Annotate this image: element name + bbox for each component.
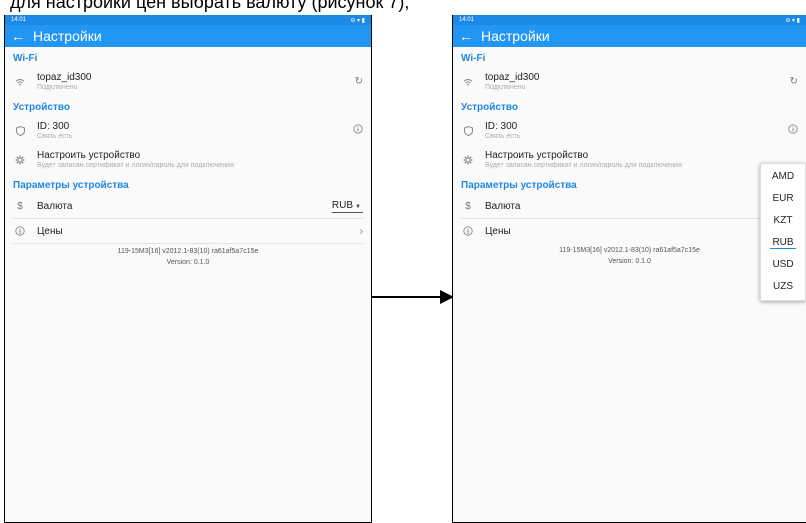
status-icons: ⊖ ▾ ▮: [350, 17, 365, 24]
dropdown-caret-icon: ▼: [355, 203, 361, 210]
wifi-network-name: topaz_id300: [37, 72, 92, 83]
currency-option[interactable]: USD: [761, 254, 805, 276]
configure-device-desc: Будет записан сертификат и логин/пароль …: [37, 162, 234, 169]
status-time: 14:01: [11, 17, 27, 23]
svg-text:$: $: [18, 228, 22, 235]
prices-label: Цены: [37, 225, 63, 237]
footer: 119-15M3[16] v2012.1-83(10) ra61af5a7c15…: [453, 245, 806, 267]
footer: 119-15M3[16] v2012.1-83(10) ra61af5a7c15…: [5, 246, 371, 268]
configure-device-title: Настроить устройство: [37, 150, 141, 161]
build-info: 119-15M3[16] v2012.1-83(10) ra61af5a7c15…: [559, 247, 700, 254]
configure-device-item[interactable]: Настроить устройство Будет записан серти…: [453, 145, 806, 174]
prices-item[interactable]: $ Цены ›: [5, 219, 371, 243]
transition-arrow-line: [372, 296, 442, 298]
version-info: Version: 0.1.0: [166, 259, 210, 266]
device-link-status: Связь есть: [485, 133, 521, 140]
currency-item[interactable]: $ Валюта RUB ▼: [5, 194, 371, 218]
device-id-item[interactable]: ID: 300 Связь есть: [5, 116, 371, 145]
build-info: 119-15M3[16] v2012.1-83(10) ra61af5a7c15…: [117, 248, 259, 255]
status-bar: 14:01 ⊖ ▾ ▮: [453, 15, 806, 25]
section-params-header: Параметры устройства: [461, 180, 577, 191]
configure-device-desc: Будет записан сертификат и логин/пароль …: [485, 162, 682, 169]
wifi-network-status: Подключено: [485, 84, 526, 91]
version-info: Version: 0.1.0: [608, 258, 651, 265]
currency-option[interactable]: UZS: [761, 276, 805, 298]
prices-item[interactable]: $ Цены: [453, 219, 806, 243]
section-wifi-header: Wi-Fi: [13, 53, 38, 64]
section-wifi-header: Wi-Fi: [461, 53, 486, 64]
app-bar: ← Настройки: [453, 25, 806, 47]
wifi-network-name: topaz_id300: [485, 72, 540, 83]
chevron-right-icon: ›: [359, 225, 363, 237]
configure-device-item[interactable]: Настроить устройство Будет записан серти…: [5, 145, 371, 174]
device-screen-before: 14:01 ⊖ ▾ ▮ ← Настройки Wi-Fi topaz_id30…: [4, 15, 372, 523]
currency-label: Валюта: [37, 200, 73, 212]
wifi-icon: [461, 75, 475, 89]
currency-option[interactable]: AMD: [761, 166, 805, 188]
currency-select-value: RUB: [331, 199, 354, 211]
gear-icon: [461, 153, 475, 167]
device-id-item[interactable]: ID: 300 Связь есть: [453, 116, 806, 145]
info-icon[interactable]: [353, 124, 363, 137]
wifi-network-item[interactable]: topaz_id300 Подключено ↻: [5, 67, 371, 96]
wifi-icon: [13, 75, 27, 89]
shield-icon: [461, 124, 475, 138]
status-bar: 14:01 ⊖ ▾ ▮: [5, 15, 371, 25]
shield-icon: [13, 124, 27, 138]
device-id: ID: 300: [37, 121, 70, 132]
back-arrow-icon[interactable]: ←: [11, 29, 33, 43]
page-title: Настройки: [481, 28, 550, 44]
dollar-icon: $: [17, 200, 23, 212]
refresh-icon[interactable]: ↻: [790, 76, 798, 87]
device-id: ID: 300: [485, 121, 518, 132]
page-title: Настройки: [33, 28, 102, 44]
section-device-header: Устройство: [13, 102, 70, 113]
back-arrow-icon[interactable]: ←: [459, 29, 481, 43]
configure-device-title: Настроить устройство: [485, 150, 589, 161]
wifi-network-status: Подключено: [37, 84, 78, 91]
status-icons: ⊖ ▾ ▮: [785, 17, 800, 24]
document-caption: для настройки цен выбрать валюту (рисуно…: [10, 0, 410, 12]
status-time: 14:01: [459, 17, 475, 23]
app-bar: ← Настройки: [5, 25, 371, 47]
coin-icon: $: [461, 224, 475, 238]
info-icon[interactable]: [788, 124, 798, 137]
currency-item[interactable]: $ Валюта: [453, 194, 806, 218]
currency-option[interactable]: EUR: [761, 188, 805, 210]
device-link-status: Связь есть: [37, 133, 73, 140]
currency-select[interactable]: RUB ▼: [331, 199, 363, 213]
refresh-icon[interactable]: ↻: [355, 76, 363, 87]
wifi-network-item[interactable]: topaz_id300 Подключено ↻: [453, 67, 806, 96]
currency-option[interactable]: KZT: [761, 210, 805, 232]
currency-dropdown-menu: AMD EUR KZT RUB USD UZS: [760, 163, 806, 301]
divider: [13, 243, 363, 244]
gear-icon: [13, 153, 27, 167]
currency-label: Валюта: [485, 200, 521, 212]
device-screen-after: 14:01 ⊖ ▾ ▮ ← Настройки Wi-Fi topaz_id30…: [452, 15, 806, 523]
dollar-icon: $: [465, 200, 471, 212]
section-params-header: Параметры устройства: [13, 180, 129, 191]
prices-label: Цены: [485, 225, 511, 237]
section-device-header: Устройство: [461, 102, 518, 113]
svg-text:$: $: [466, 228, 470, 235]
currency-option-selected[interactable]: RUB: [761, 232, 805, 254]
coin-icon: $: [13, 224, 27, 238]
